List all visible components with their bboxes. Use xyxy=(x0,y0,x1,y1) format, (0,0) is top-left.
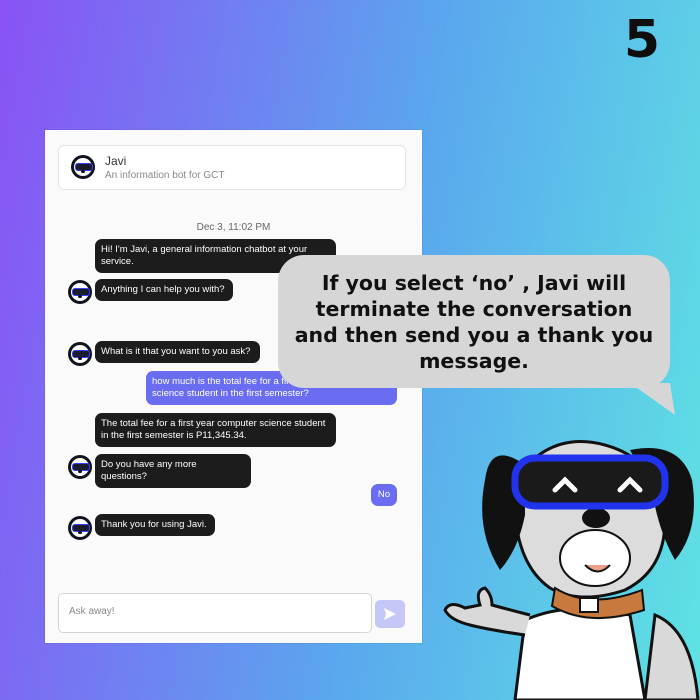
bot-avatar xyxy=(71,155,95,179)
chat-timestamp: Dec 3, 11:02 PM xyxy=(196,222,271,233)
bot-avatar xyxy=(68,516,92,540)
bot-message: The total fee for a first year computer … xyxy=(95,413,336,447)
chat-header: Javi An information bot for GCT xyxy=(58,145,406,190)
chat-input[interactable]: Ask away! xyxy=(58,593,372,633)
bot-message: Do you have any more questions? xyxy=(95,454,251,488)
bot-description: An information bot for GCT xyxy=(105,170,225,181)
speech-bubble-tail xyxy=(630,383,675,415)
step-number: 5 xyxy=(623,10,660,70)
bot-name: Javi xyxy=(105,154,127,168)
bot-avatar xyxy=(68,455,92,479)
speech-bubble: If you select ‘no’ , Javi will terminate… xyxy=(278,255,670,388)
bot-message: Anything I can help you with? xyxy=(95,279,233,301)
send-arrow-icon xyxy=(384,608,396,620)
bot-message: What is it that you want to you ask? xyxy=(95,341,260,363)
send-button[interactable] xyxy=(375,600,405,628)
mascot-dog-illustration xyxy=(443,440,700,700)
user-message: No xyxy=(371,484,397,506)
bot-message: Thank you for using Javi. xyxy=(95,514,215,536)
bot-avatar xyxy=(68,280,92,304)
bot-avatar xyxy=(68,342,92,366)
callout-text: If you select ‘no’ , Javi will terminate… xyxy=(294,270,654,373)
